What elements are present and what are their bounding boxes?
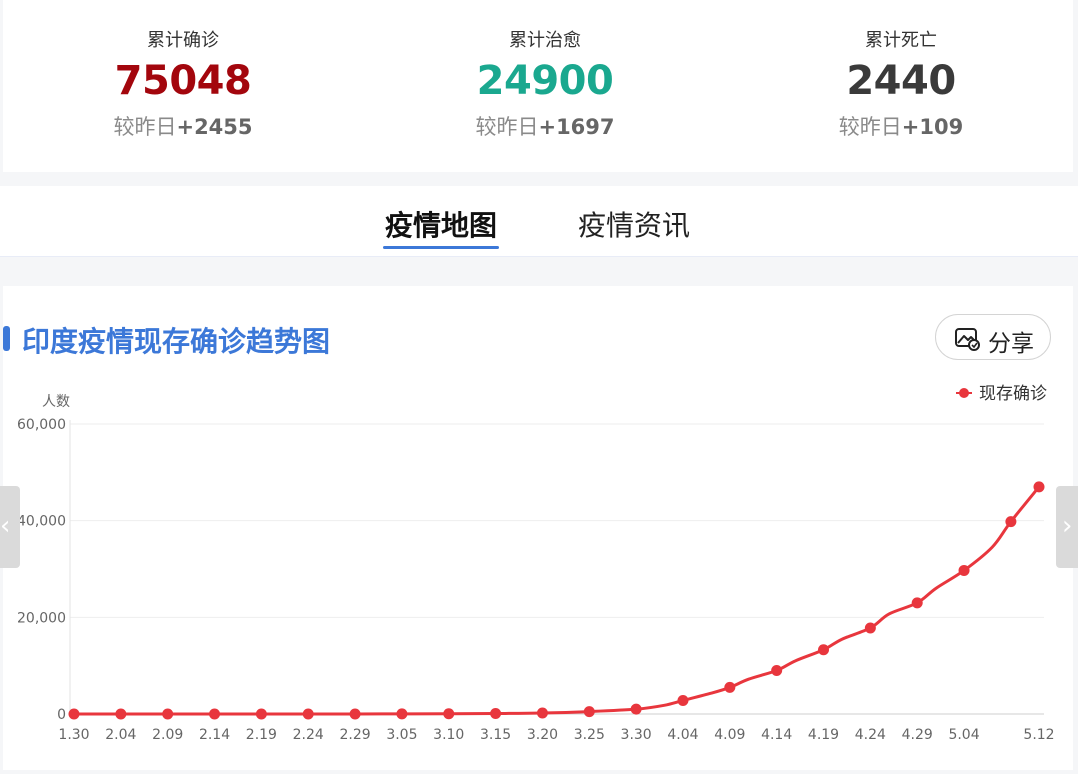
data-point (349, 708, 361, 720)
chart-legend[interactable]: 现存确诊 (956, 384, 1047, 404)
stat-recovered-value: 24900 (476, 58, 614, 104)
title-accent-bar (3, 326, 10, 351)
data-point (1005, 516, 1017, 528)
x-tick-label: 4.14 (761, 727, 792, 743)
x-tick-label: 2.09 (152, 727, 183, 743)
legend-marker (959, 388, 969, 398)
y-tick-label: 0 (57, 707, 66, 723)
tab-epidemic-news[interactable]: 疫情资讯 (578, 204, 690, 244)
stat-confirmed-value: 75048 (114, 58, 252, 104)
x-tick-label: 2.04 (105, 727, 136, 743)
tab-epidemic-map[interactable]: 疫情地图 (385, 204, 497, 244)
trend-line-chart: 人数 0 20,000 40,000 60,000 1.30 2.04 2.09 2.14 2… (17, 384, 1055, 743)
x-tick-label: 2.24 (293, 727, 324, 743)
share-button[interactable]: 分享 (935, 314, 1051, 360)
chevron-right-icon: › (1062, 511, 1073, 541)
x-tick-label: 2.19 (246, 727, 277, 743)
stat-recovered-delta: 较昨日+1697 (365, 111, 725, 141)
x-axis-ticks: 1.30 2.04 2.09 2.14 2.19 2.24 2.29 3.05 3.10 3.15… (58, 727, 1054, 743)
grid-lines (69, 420, 1044, 715)
data-point (209, 708, 221, 720)
stat-confirmed-delta-value: +2455 (176, 115, 253, 139)
stat-deaths-delta-prefix: 较昨日 (838, 115, 902, 139)
chart-card-title: 印度疫情现存确诊趋势图 (22, 325, 331, 358)
data-point (490, 708, 502, 720)
data-point (443, 708, 455, 720)
stat-recovered-delta-prefix: 较昨日 (475, 115, 539, 139)
stat-deaths-title: 累计死亡 (865, 30, 937, 51)
stat-recovered-title: 累计治愈 (509, 30, 581, 51)
data-point (162, 708, 174, 720)
data-point (255, 708, 267, 720)
x-tick-label: 1.30 (58, 727, 89, 743)
x-tick-label: 3.15 (480, 727, 511, 743)
data-point (630, 703, 642, 715)
y-tick-label: 40,000 (17, 514, 66, 530)
data-point (302, 708, 314, 720)
x-tick-label: 4.04 (667, 727, 698, 743)
active-tab-indicator (383, 246, 499, 249)
share-label: 分享 (988, 331, 1034, 357)
data-point (958, 564, 970, 576)
stat-confirmed-delta-prefix: 较昨日 (113, 115, 177, 139)
x-tick-label: 2.14 (199, 727, 230, 743)
y-axis-label: 人数 (42, 394, 70, 410)
previous-page-button[interactable]: ‹ (0, 486, 20, 568)
stat-confirmed-delta: 较昨日+2455 (3, 111, 363, 141)
data-point (864, 622, 876, 634)
data-point (1033, 481, 1045, 493)
legend-label: 现存确诊 (979, 384, 1047, 404)
data-point (911, 597, 923, 609)
series-markers (68, 481, 1045, 720)
x-tick-label: 3.10 (433, 727, 464, 743)
tab-bar: 疫情地图 疫情资讯 (0, 186, 1078, 257)
y-tick-label: 20,000 (17, 610, 66, 626)
image-share-icon (955, 328, 980, 351)
x-tick-label: 3.20 (527, 727, 558, 743)
stat-deaths-value: 2440 (846, 58, 956, 104)
data-point (68, 708, 80, 720)
x-tick-label: 5.04 (948, 727, 979, 743)
next-page-button[interactable]: › (1056, 486, 1078, 568)
stat-deaths-delta-value: +109 (901, 115, 964, 139)
stats-panel: 累计确诊 75048 较昨日+2455 累计治愈 24900 较昨日+1697 … (3, 0, 1073, 172)
y-axis-ticks: 0 20,000 40,000 60,000 (17, 417, 66, 723)
data-point (583, 706, 595, 718)
x-tick-label: 2.29 (339, 727, 370, 743)
chevron-left-icon: ‹ (0, 511, 11, 541)
data-point (724, 681, 736, 693)
data-point (771, 665, 783, 676)
data-point (818, 644, 830, 656)
x-tick-label: 4.29 (902, 727, 933, 743)
x-tick-label: 3.30 (621, 727, 652, 743)
data-point (115, 708, 127, 720)
x-tick-label: 4.19 (808, 727, 839, 743)
x-tick-label: 3.25 (574, 727, 605, 743)
y-tick-label: 60,000 (17, 417, 66, 433)
data-point (536, 707, 548, 719)
stat-confirmed-title: 累计确诊 (147, 30, 219, 51)
x-tick-label: 3.05 (386, 727, 417, 743)
stat-recovered-delta-value: +1697 (538, 115, 615, 139)
data-point (677, 694, 689, 706)
x-tick-label: 4.24 (855, 727, 886, 743)
x-tick-label: 4.09 (714, 727, 745, 743)
data-point (396, 708, 408, 720)
stat-deaths-delta: 较昨日+109 (721, 111, 1078, 141)
x-tick-label: 5.12 (1023, 727, 1054, 743)
